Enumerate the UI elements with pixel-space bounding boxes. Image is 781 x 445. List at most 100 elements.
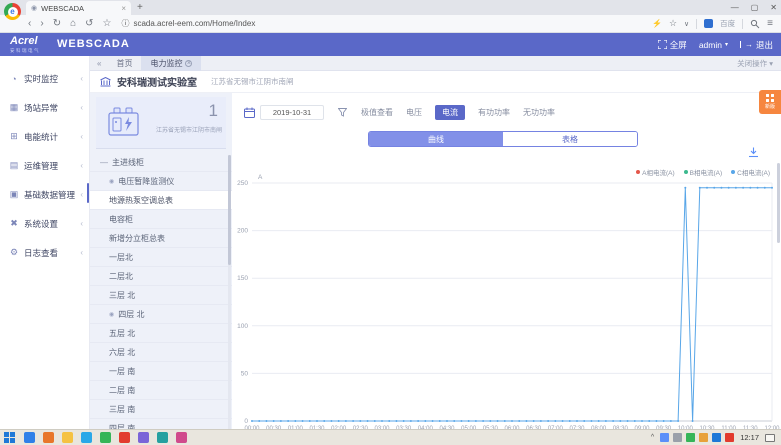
menu-icon[interactable]: ≡ [767,18,773,29]
taskbar-app-icon[interactable] [24,432,35,443]
refresh-button[interactable]: ↻ [53,18,61,29]
tree-item-new-branch-cabinet-meter[interactable]: 新增分立柜总表 [90,229,232,248]
site-info-icon[interactable]: ⓘ [121,18,129,29]
tree-item-voltage-sag-monitor[interactable]: ◉电压暂降监测仪 [90,172,232,191]
device-tree: —主进线柜◉电压暂降监测仪地源热泵空调总表电容柜新增分立柜总表一层北二层北三层 … [90,153,232,429]
sidebar-item-om-management[interactable]: ▤运维管理‹ [0,151,89,180]
search-icon[interactable] [750,19,760,29]
taskbar-app-icon[interactable] [157,432,168,443]
collapse-icon[interactable]: — [100,158,108,167]
tray-app-icon[interactable] [725,433,734,442]
tree-item-floor-1-north[interactable]: 一层北 [90,248,232,267]
taskbar-app-icon[interactable] [62,432,73,443]
back-button[interactable]: ‹ [28,18,31,29]
tree-item-ground-source-heat-pump-meter[interactable]: 地源热泵空调总表 [90,191,232,210]
tree-item-floor-5-north[interactable]: 五层 北 [90,324,232,343]
tab-close-icon[interactable]: × [121,4,126,13]
view-table[interactable]: 表格 [503,132,637,146]
window-maximize-button[interactable]: ▢ [751,3,759,12]
tray-app-icon[interactable] [699,433,708,442]
svg-text:200: 200 [237,228,248,235]
window-minimize-button[interactable]: — [731,3,739,12]
restore-button[interactable]: ↺ [85,18,93,29]
browser-tab[interactable]: ◉ WEBSCADA × [26,1,131,15]
tree-item-floor-3-north[interactable]: 三层 北 [90,286,232,305]
param-extreme-view[interactable]: 极值查看 [361,107,393,118]
bookmark-star-icon[interactable]: ☆ [103,18,112,29]
station-count: 1 [209,101,218,121]
param-current[interactable]: 电流 [435,105,465,120]
tree-item-floor-2-south[interactable]: 二层 南 [90,381,232,400]
speed-mode-icon[interactable]: ⚡ [652,19,662,28]
home-button[interactable]: ⌂ [70,18,76,29]
close-operations-dropdown[interactable]: 关闭操作 ▾ [737,58,773,69]
sidebar-item-energy-statistics[interactable]: ⊞电能统计‹ [0,122,89,151]
taskbar-app-icon[interactable] [119,432,130,443]
param-active-power[interactable]: 有功功率 [478,107,510,118]
dropdown-caret-icon[interactable]: ∨ [684,20,689,28]
sidebar-item-station-abnormal[interactable]: ▦场站异常‹ [0,93,89,122]
device-icon: ◉ [109,178,114,185]
chevron-left-icon: ‹ [80,74,83,83]
window-close-button[interactable]: ✕ [770,3,777,12]
tray-expand-icon[interactable]: ^ [651,434,654,441]
tree-item-main-incoming-cabinet[interactable]: —主进线柜 [90,153,232,172]
tree-item-floor-4-north[interactable]: ◉四层 北 [90,305,232,324]
sidebar-item-log-view[interactable]: ⚙日志查看‹ [0,238,89,267]
start-button[interactable] [4,432,15,443]
taskbar-app-icon[interactable] [176,432,187,443]
fullscreen-button[interactable]: 全屏 [658,39,687,51]
sidebar-scrollbar-thumb[interactable] [87,183,89,203]
tray-app-icon[interactable] [673,433,682,442]
tab-power-monitor[interactable]: 电力监控× [141,56,201,71]
notification-icon[interactable] [765,434,775,442]
sidebar-item-system-settings[interactable]: ✖系统设置‹ [0,209,89,238]
tray-app-icon[interactable] [660,433,669,442]
sidebar-item-label: 场站异常 [24,102,58,114]
taskbar-app-icon[interactable] [138,432,149,443]
sidebar-item-realtime-monitor[interactable]: ◔实时监控‹ [0,64,89,93]
calendar-icon[interactable] [244,107,255,118]
favorite-star-icon[interactable]: ☆ [669,18,677,29]
url-bar[interactable]: ⓘ scada.acrel-eem.com/Home/Index [121,18,451,29]
svg-text:150: 150 [237,275,248,282]
page-scrollbar-thumb[interactable] [777,163,780,243]
log-icon: ⚙ [9,247,19,258]
user-menu[interactable]: admin▾ [699,40,728,50]
search-engine-label[interactable]: 百度 [720,18,735,29]
param-voltage[interactable]: 电压 [406,107,422,118]
tree-item-floor-4-south[interactable]: 四层 南 [90,419,232,429]
tab-home[interactable]: 首页 [107,56,141,71]
tree-scrollbar[interactable] [228,155,231,429]
tree-item-floor-3-south[interactable]: 三层 南 [90,400,232,419]
tree-scrollbar-thumb[interactable] [228,155,231,265]
tray-app-icon[interactable] [712,433,721,442]
tree-item-floor-1-south[interactable]: 一层 南 [90,362,232,381]
browser-logo-icon[interactable] [4,3,21,20]
download-button[interactable] [748,145,759,163]
param-reactive-power[interactable]: 无功功率 [523,107,555,118]
tab-close-icon[interactable]: × [185,60,192,67]
tree-item-floor-6-north[interactable]: 六层 北 [90,343,232,362]
tab-scroll-left-icon[interactable]: « [97,59,101,68]
taskbar-clock[interactable]: 12:17 [740,433,759,442]
sidebar-item-basic-data-management[interactable]: ▣基础数据管理‹ [0,180,89,209]
station-card[interactable]: 1 江苏省无锡市江阴市南闸 [96,97,226,149]
forward-button[interactable]: › [40,18,43,29]
view-switch: 曲线表格 [368,131,638,147]
taskbar-app-icon[interactable] [81,432,92,443]
parameter-tabs: 极值查看 电压 电流 有功功率 无功功率 [361,105,555,120]
tray-app-icon[interactable] [686,433,695,442]
screen: ◉ WEBSCADA × + — ▢ ✕ ‹ › ↻ ⌂ ↺ ☆ ⓘ scada… [0,0,781,445]
view-curve[interactable]: 曲线 [369,132,503,146]
filter-funnel-icon[interactable] [338,108,347,117]
tree-item-capacitor-cabinet[interactable]: 电容柜 [90,210,232,229]
taskbar-app-icon[interactable] [43,432,54,443]
new-version-button[interactable]: 新版 [759,90,781,114]
logout-button[interactable]: → 退出 [740,39,773,51]
search-engine-icon[interactable] [704,19,713,28]
new-tab-button[interactable]: + [137,2,143,13]
tree-item-floor-2-north[interactable]: 二层北 [90,267,232,286]
taskbar-app-icon[interactable] [100,432,111,443]
date-input[interactable] [260,105,324,120]
